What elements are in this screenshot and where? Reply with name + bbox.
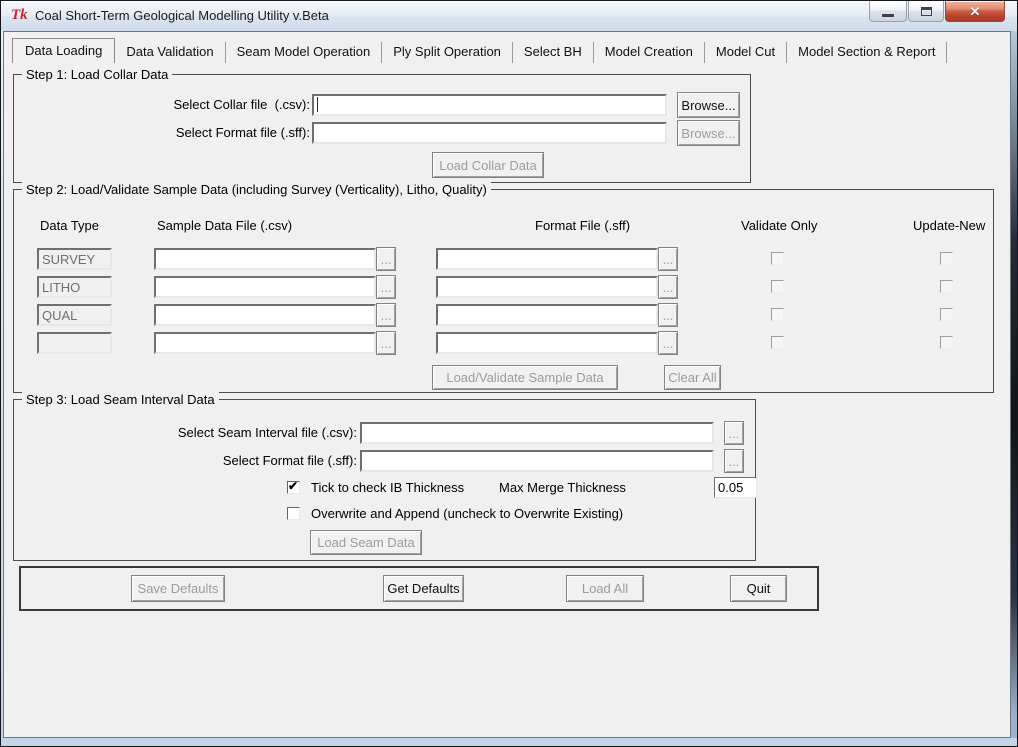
tab-data-validation[interactable]: Data Validation bbox=[115, 42, 225, 63]
format-file-input[interactable] bbox=[436, 304, 658, 326]
step2-groupbox: Step 2: Load/Validate Sample Data (inclu… bbox=[13, 189, 994, 393]
col-header-update-new: Update-New bbox=[913, 218, 985, 233]
sample-file-picker-button[interactable]: ... bbox=[376, 331, 396, 355]
validate-only-checkbox[interactable] bbox=[771, 336, 784, 349]
tab-bar: Data Loading Data Validation Seam Model … bbox=[12, 38, 947, 63]
sample-file-picker-button[interactable]: ... bbox=[376, 275, 396, 299]
format-file-input[interactable] bbox=[312, 122, 667, 144]
update-new-checkbox[interactable] bbox=[940, 336, 953, 349]
overwrite-append-label: Overwrite and Append (uncheck to Overwri… bbox=[311, 506, 623, 521]
sample-file-input[interactable] bbox=[154, 248, 376, 270]
col-header-validate-only: Validate Only bbox=[741, 218, 817, 233]
step1-legend: Step 1: Load Collar Data bbox=[22, 67, 172, 82]
tab-select-bh[interactable]: Select BH bbox=[513, 42, 594, 63]
sample-file-input[interactable] bbox=[154, 276, 376, 298]
sample-file-picker-button[interactable]: ... bbox=[376, 247, 396, 271]
app-window: Tk Coal Short-Term Geological Modelling … bbox=[0, 0, 1018, 747]
load-seam-data-button[interactable]: Load Seam Data bbox=[310, 530, 422, 555]
step2-legend: Step 2: Load/Validate Sample Data (inclu… bbox=[22, 182, 491, 197]
format-file-picker-button[interactable]: ... bbox=[658, 331, 678, 355]
load-validate-sample-data-button[interactable]: Load/Validate Sample Data bbox=[432, 365, 618, 390]
validate-only-checkbox[interactable] bbox=[771, 252, 784, 265]
step3-groupbox: Step 3: Load Seam Interval Data Select S… bbox=[13, 399, 756, 561]
validate-only-checkbox[interactable] bbox=[771, 308, 784, 321]
tab-ply-split-operation[interactable]: Ply Split Operation bbox=[382, 42, 513, 63]
validate-only-checkbox[interactable] bbox=[771, 280, 784, 293]
format-file-label: Select Format file (.sff): bbox=[74, 125, 310, 140]
tab-model-section-report[interactable]: Model Section & Report bbox=[787, 42, 947, 63]
load-collar-data-button[interactable]: Load Collar Data bbox=[432, 152, 544, 178]
max-merge-thickness-input[interactable] bbox=[714, 477, 757, 498]
collar-file-label: Select Collar file (.csv): bbox=[74, 97, 310, 112]
col-header-format-file: Format File (.sff) bbox=[535, 218, 630, 233]
seam-format-picker-button[interactable]: ... bbox=[724, 449, 744, 473]
max-merge-thickness-label: Max Merge Thickness bbox=[499, 480, 626, 495]
format-file-input[interactable] bbox=[436, 332, 658, 354]
quit-button[interactable]: Quit bbox=[730, 575, 787, 602]
data-type-field bbox=[37, 332, 112, 354]
check-ib-thickness-checkbox[interactable] bbox=[287, 481, 300, 494]
tk-logo-icon: Tk bbox=[11, 6, 29, 24]
sample-file-picker-button[interactable]: ... bbox=[376, 303, 396, 327]
format-file-picker-button[interactable]: ... bbox=[658, 275, 678, 299]
step3-legend: Step 3: Load Seam Interval Data bbox=[22, 392, 219, 407]
clear-all-button[interactable]: Clear All bbox=[664, 365, 721, 390]
col-header-data-type: Data Type bbox=[40, 218, 99, 233]
browse-collar-button[interactable]: Browse... bbox=[677, 92, 740, 118]
close-icon: ✕ bbox=[970, 2, 981, 21]
sample-file-input[interactable] bbox=[154, 332, 376, 354]
text-caret bbox=[317, 97, 318, 112]
data-type-field bbox=[37, 304, 112, 326]
data-type-field bbox=[37, 248, 112, 270]
step1-groupbox: Step 1: Load Collar Data Select Collar f… bbox=[13, 74, 751, 183]
format-file-input[interactable] bbox=[436, 248, 658, 270]
tab-model-creation[interactable]: Model Creation bbox=[594, 42, 705, 63]
footer-button-bar: Save Defaults Get Defaults Load All Quit bbox=[19, 566, 819, 611]
tab-data-loading[interactable]: Data Loading bbox=[12, 38, 115, 63]
tab-seam-model-operation[interactable]: Seam Model Operation bbox=[226, 42, 383, 63]
check-ib-thickness-label: Tick to check IB Thickness bbox=[311, 480, 464, 495]
sample-file-input[interactable] bbox=[154, 304, 376, 326]
format-file-picker-button[interactable]: ... bbox=[658, 247, 678, 271]
title-bar: Tk Coal Short-Term Geological Modelling … bbox=[1, 1, 1017, 31]
seam-interval-file-input[interactable] bbox=[360, 422, 714, 444]
window-controls: ✕ bbox=[869, 1, 1005, 22]
minimize-button[interactable] bbox=[869, 1, 907, 22]
update-new-checkbox[interactable] bbox=[940, 308, 953, 321]
seam-interval-file-label: Select Seam Interval file (.csv): bbox=[107, 425, 357, 440]
tab-model-cut[interactable]: Model Cut bbox=[705, 42, 787, 63]
format-file-picker-button[interactable]: ... bbox=[658, 303, 678, 327]
maximize-button[interactable] bbox=[908, 1, 944, 22]
seam-format-file-label: Select Format file (.sff): bbox=[107, 453, 357, 468]
browse-format-button[interactable]: Browse... bbox=[677, 120, 740, 146]
minimize-icon bbox=[882, 14, 894, 17]
client-area: Data Loading Data Validation Seam Model … bbox=[3, 31, 1011, 738]
update-new-checkbox[interactable] bbox=[940, 280, 953, 293]
get-defaults-button[interactable]: Get Defaults bbox=[383, 575, 464, 602]
window-title: Coal Short-Term Geological Modelling Uti… bbox=[35, 1, 329, 31]
collar-file-input[interactable] bbox=[312, 94, 667, 116]
load-all-button[interactable]: Load All bbox=[566, 575, 644, 602]
close-button[interactable]: ✕ bbox=[945, 1, 1005, 22]
maximize-icon bbox=[921, 7, 932, 16]
save-defaults-button[interactable]: Save Defaults bbox=[131, 575, 225, 602]
col-header-sample-file: Sample Data File (.csv) bbox=[157, 218, 292, 233]
format-file-input[interactable] bbox=[436, 276, 658, 298]
update-new-checkbox[interactable] bbox=[940, 252, 953, 265]
seam-file-picker-button[interactable]: ... bbox=[724, 421, 744, 445]
overwrite-append-checkbox[interactable] bbox=[287, 507, 300, 520]
data-type-field bbox=[37, 276, 112, 298]
seam-format-file-input[interactable] bbox=[360, 450, 714, 472]
